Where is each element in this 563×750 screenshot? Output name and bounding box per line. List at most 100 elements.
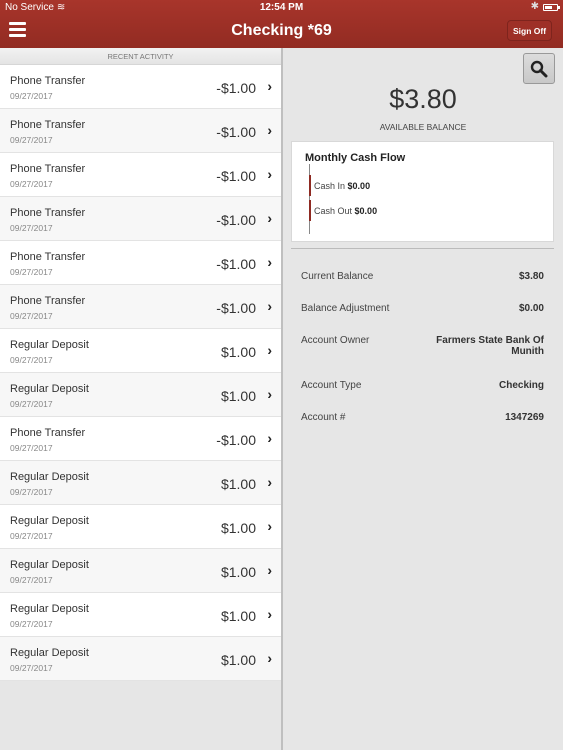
detail-label: Account Type [301, 380, 362, 391]
detail-label: Balance Adjustment [301, 303, 390, 314]
transaction-description: Regular Deposit [10, 339, 89, 351]
transaction-row[interactable]: Phone Transfer 09/27/2017 -$1.00 › [0, 109, 281, 153]
cash-flow-title: Monthly Cash Flow [305, 152, 406, 164]
detail-value: Farmers State Bank Of Munith [436, 335, 544, 357]
transaction-date: 09/27/2017 [10, 311, 53, 321]
chevron-right-icon: › [267, 518, 272, 534]
cash-out-value: $0.00 [354, 206, 378, 216]
chevron-right-icon: › [267, 430, 272, 446]
available-balance-label: AVAILABLE BALANCE [379, 122, 467, 132]
section-divider [291, 248, 554, 249]
transaction-date: 09/27/2017 [10, 619, 53, 629]
chevron-right-icon: › [267, 166, 272, 182]
transaction-date: 09/27/2017 [10, 443, 53, 453]
bluetooth-icon: ✱ [530, 1, 539, 12]
transaction-amount: $1.00 [220, 388, 256, 404]
chevron-right-icon: › [267, 122, 272, 138]
search-button[interactable] [523, 53, 555, 84]
search-icon [530, 60, 548, 77]
cash-in-value: $0.00 [347, 181, 371, 191]
transaction-date: 09/27/2017 [10, 531, 53, 541]
recent-activity-panel: RECENT ACTIVITY Phone Transfer 09/27/2017… [0, 48, 281, 750]
top-bar: No Service ≋ 12:54 PM ✱ Checking *69 Sign… [0, 0, 563, 48]
chevron-right-icon: › [267, 342, 272, 358]
chevron-right-icon: › [267, 78, 272, 94]
transaction-date: 09/27/2017 [10, 663, 53, 673]
transaction-description: Regular Deposit [10, 559, 89, 571]
transaction-description: Regular Deposit [10, 647, 89, 659]
transaction-date: 09/27/2017 [10, 91, 53, 101]
transaction-row[interactable]: Regular Deposit 09/27/2017 $1.00 › [0, 549, 281, 593]
chevron-right-icon: › [267, 254, 272, 270]
transaction-description: Regular Deposit [10, 515, 89, 527]
recent-activity-header: RECENT ACTIVITY [0, 48, 281, 65]
transaction-row[interactable]: Phone Transfer 09/27/2017 -$1.00 › [0, 241, 281, 285]
detail-value: $0.00 [518, 303, 544, 314]
transaction-date: 09/27/2017 [10, 135, 53, 145]
transaction-description: Phone Transfer [10, 207, 86, 219]
cash-out-bar [309, 200, 311, 221]
transaction-row[interactable]: Regular Deposit 09/27/2017 $1.00 › [0, 329, 281, 373]
cash-in-bar [309, 175, 311, 196]
transaction-row[interactable]: Regular Deposit 09/27/2017 $1.00 › [0, 593, 281, 637]
transaction-date: 09/27/2017 [10, 575, 53, 585]
cash-out-text: Cash Out [314, 206, 353, 216]
transaction-date: 09/27/2017 [10, 267, 53, 277]
status-bar: No Service ≋ 12:54 PM ✱ [0, 0, 563, 16]
battery-icon [543, 4, 560, 11]
transaction-row[interactable]: Phone Transfer 09/27/2017 -$1.00 › [0, 417, 281, 461]
page-title: Checking *69 [231, 22, 332, 39]
transaction-description: Phone Transfer [10, 163, 86, 175]
cash-out-label: Cash Out $0.00 [314, 206, 377, 216]
transaction-description: Phone Transfer [10, 295, 86, 307]
chevron-right-icon: › [267, 386, 272, 402]
detail-label: Account # [301, 412, 346, 423]
transaction-description: Phone Transfer [10, 251, 86, 263]
detail-value: 1347269 [505, 412, 544, 423]
transaction-amount: -$1.00 [216, 168, 256, 184]
transaction-date: 09/27/2017 [10, 179, 53, 189]
transaction-row[interactable]: Regular Deposit 09/27/2017 $1.00 › [0, 637, 281, 681]
transaction-list: Phone Transfer 09/27/2017 -$1.00 › Phone Tra… [0, 65, 281, 681]
monthly-cash-flow-card: Monthly Cash Flow Cash In $0.00 Cash Out… [291, 141, 554, 242]
transaction-amount: $1.00 [220, 476, 256, 492]
transaction-date: 09/27/2017 [10, 487, 53, 497]
transaction-description: Regular Deposit [10, 603, 89, 615]
transaction-date: 09/27/2017 [10, 355, 53, 365]
transaction-amount: $1.00 [220, 608, 256, 624]
transaction-amount: -$1.00 [216, 300, 256, 316]
transaction-row[interactable]: Regular Deposit 09/27/2017 $1.00 › [0, 505, 281, 549]
clock: 12:54 PM [259, 2, 304, 13]
transaction-description: Phone Transfer [10, 119, 86, 131]
transaction-row[interactable]: Phone Transfer 09/27/2017 -$1.00 › [0, 285, 281, 329]
transaction-row[interactable]: Phone Transfer 09/27/2017 -$1.00 › [0, 153, 281, 197]
transaction-date: 09/27/2017 [10, 223, 53, 233]
chevron-right-icon: › [267, 210, 272, 226]
transaction-amount: $1.00 [220, 344, 256, 360]
transaction-description: Phone Transfer [10, 427, 86, 439]
cash-in-text: Cash In [314, 181, 346, 191]
transaction-amount: $1.00 [220, 652, 256, 668]
detail-value: $3.80 [518, 271, 544, 282]
chevron-right-icon: › [267, 562, 272, 578]
sign-off-button[interactable]: Sign Off [507, 20, 552, 41]
transaction-description: Phone Transfer [10, 75, 86, 87]
nav-bar: Checking *69 Sign Off [0, 16, 563, 48]
transaction-row[interactable]: Regular Deposit 09/27/2017 $1.00 › [0, 461, 281, 505]
transaction-row[interactable]: Regular Deposit 09/27/2017 $1.00 › [0, 373, 281, 417]
transaction-amount: -$1.00 [216, 432, 256, 448]
transaction-amount: -$1.00 [216, 124, 256, 140]
chevron-right-icon: › [267, 474, 272, 490]
detail-label: Account Owner [301, 335, 370, 346]
transaction-description: Regular Deposit [10, 383, 89, 395]
account-detail-panel: $3.80 AVAILABLE BALANCE Monthly Cash Flo… [283, 48, 563, 750]
detail-label: Current Balance [301, 271, 374, 282]
transaction-description: Regular Deposit [10, 471, 89, 483]
chevron-right-icon: › [267, 606, 272, 622]
detail-value: Checking [498, 380, 544, 391]
transaction-row[interactable]: Phone Transfer 09/27/2017 -$1.00 › [0, 197, 281, 241]
transaction-amount: -$1.00 [216, 80, 256, 96]
transaction-amount: -$1.00 [216, 256, 256, 272]
available-balance-value: $3.80 [389, 84, 457, 114]
transaction-row[interactable]: Phone Transfer 09/27/2017 -$1.00 › [0, 65, 281, 109]
